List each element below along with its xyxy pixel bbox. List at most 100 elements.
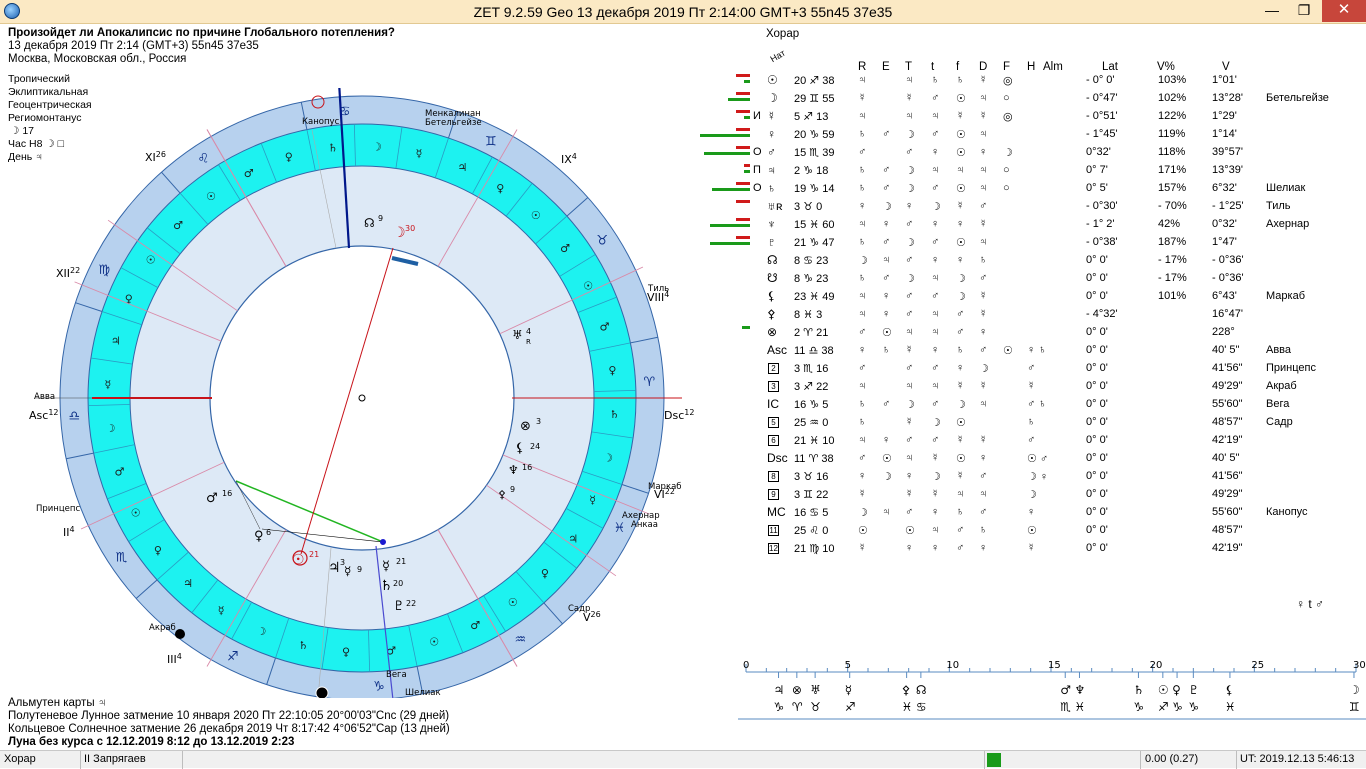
dignity-cell: ♃ <box>858 218 867 230</box>
table-row[interactable]: IC 16 ♑ 5 ♄ ♂ ☽ ♂ ☽ ♃ ♂ ♄ 0° 0' 55'60" Вега <box>0 396 1366 414</box>
dignity-cell: ☿ <box>931 488 940 500</box>
table-row[interactable]: ☊ 8 ♋ 23 ☽ ♃ ♂ ♀ ♀ ♄ 0° 0' - 17% - 0°36' <box>0 252 1366 270</box>
dignity-cell: ♀ <box>931 254 940 266</box>
table-row[interactable]: ♀ 20 ♑ 59 ♄ ♂ ☽ ♂ ☉ ♃ - 1°45' 119% 1°14' <box>0 126 1366 144</box>
dignity-cell: ♃ <box>905 452 914 464</box>
latitude: - 0°51' <box>1086 110 1118 122</box>
table-row[interactable]: П ♃ 2 ♑ 18 ♄ ♂ ☽ ♃ ♃ ♃ ○ 0° 7' 171% 13°39' <box>0 162 1366 180</box>
dignity-cell: ♀ <box>905 200 914 212</box>
speed-percent: - 17% <box>1158 272 1187 284</box>
dignity-cell: ☿ <box>956 434 965 446</box>
planet-symbol: ♀ <box>767 127 776 141</box>
latitude: 0° 0' <box>1086 434 1108 446</box>
dignity-cell: ☿ <box>858 488 867 500</box>
longitude: 3 ♉ 16 <box>794 471 829 483</box>
dignity-cell: ☽ <box>931 471 941 483</box>
dignity-cell: ♃ <box>931 524 940 536</box>
void-of-course-moon: Луна без курса с 12.12.2019 8:12 до 13.1… <box>8 736 295 748</box>
table-row[interactable]: 5 25 ♒ 0 ♄ ☿ ☽ ☉ ♄ 0° 0' 48'57" Садр <box>0 414 1366 432</box>
table-row[interactable]: О ♄ 19 ♑ 14 ♄ ♂ ☽ ♂ ☉ ♃ ○ 0° 5' 157% 6°32' Шелиак <box>0 180 1366 198</box>
strength-bar-negative <box>736 110 750 113</box>
timeline-planet: ⊗ <box>792 683 802 697</box>
table-row[interactable]: 12 21 ♍ 10 ☿ ♀ ♀ ♂ ♀ ☿ 0° 0' 42'19" <box>0 540 1366 558</box>
dignity-cell: ♃ <box>882 254 891 266</box>
close-button[interactable]: ✕ <box>1322 0 1366 22</box>
strength-bar-negative <box>736 236 750 239</box>
speed-percent: 101% <box>1158 290 1187 302</box>
zodiac-sign-glyph: ♑ <box>373 679 385 694</box>
svg-text:20: 20 <box>393 579 403 588</box>
dignity-cell: ☉ <box>956 93 966 105</box>
longitude: 23 ♓ 49 <box>794 291 835 303</box>
dignity-cell: ♀ <box>956 362 965 374</box>
dignity-cell: ♂ <box>882 272 891 284</box>
maximize-button[interactable]: ❐ <box>1288 0 1320 22</box>
latitude: 0° 0' <box>1086 362 1108 374</box>
dignity-cell: ♂ <box>905 218 914 230</box>
dignity-cell: ☉ <box>956 237 966 249</box>
dignity-cell: ♄ <box>858 128 867 140</box>
table-row[interactable]: 11 25 ♌ 0 ☉ ☉ ♃ ♂ ♄ ☉ 0° 0' 48'57" <box>0 522 1366 540</box>
dignity-cell: ♂ ♄ <box>1027 398 1047 410</box>
timeline-planet: ♅ <box>810 683 821 697</box>
dignity-cell: ♂ <box>905 146 914 158</box>
table-row[interactable]: 9 3 ♊ 22 ☿ ☿ ☿ ♃ ♃ ☽ 0° 0' 49'29" <box>0 486 1366 504</box>
longitude: 29 ♊ 55 <box>794 93 835 105</box>
status-indicator <box>987 753 1001 767</box>
speed-percent: 157% <box>1158 182 1187 194</box>
planet-symbol: ☿ <box>767 109 776 123</box>
speed-value: 13°39' <box>1212 164 1243 176</box>
table-row[interactable]: И ☿ 5 ♐ 13 ♃ ♃ ♃ ☿ ☿ ◎ - 0°51' 122% 1°29' <box>0 108 1366 126</box>
table-row[interactable]: 8 3 ♉ 16 ♀ ☽ ♀ ☽ ☿ ♂ ☽ ♀ 0° 0' 41'56" <box>0 468 1366 486</box>
speed-value: 42'19" <box>1212 434 1243 446</box>
dignity-cell: ♀ <box>858 344 867 356</box>
table-row[interactable]: ⊗ 2 ♈ 21 ♂ ☉ ♃ ♃ ♂ ♀ 0° 0' 228° <box>0 324 1366 342</box>
table-row[interactable]: ♇ 21 ♑ 47 ♄ ♂ ☽ ♂ ☉ ♃ - 0°38' 187% 1°47' <box>0 234 1366 252</box>
dignity-cell: ☽ <box>905 237 915 249</box>
term-glyph: ☽ <box>257 625 267 638</box>
dignity-cell: ♃ <box>931 308 940 320</box>
speed-percent: 42% <box>1158 218 1181 230</box>
minimize-button[interactable]: — <box>1256 0 1288 22</box>
speed-percent: 171% <box>1158 164 1187 176</box>
dignity-cell: ☿ <box>979 290 988 302</box>
dignity-marker: О <box>753 146 762 158</box>
table-row[interactable]: ☉ 20 ♐ 38 ♃ ♃ ♄ ♄ ☿ ◎ - 0° 0' 103% 1°01' <box>0 72 1366 90</box>
latitude: 0° 5' <box>1086 182 1108 194</box>
table-row[interactable]: Asc 11 ♎ 38 ♀ ♄ ☿ ♀ ♄ ♂ ☉ ♀ ♄ 0° 0' 40' 5" Авва <box>0 342 1366 360</box>
degree-timeline[interactable]: 0 5 10 15 20 25 30♃♑⊗♈♅♉☿♐⚴♓☊♋♂♏♆♓♄♑☉♐♀♑♇♑⚸♓☽♊ <box>738 656 1366 722</box>
table-row[interactable]: MC 16 ♋ 5 ☽ ♃ ♂ ♀ ♄ ♂ ♀ 0° 0' 55'60" Канопус <box>0 504 1366 522</box>
table-row[interactable]: 3 3 ♐ 22 ♃ ♃ ♃ ☿ ☿ ☿ 0° 0' 49'29" Акраб <box>0 378 1366 396</box>
table-title: Хорар <box>766 28 800 40</box>
table-row[interactable]: ♆ 15 ♓ 60 ♃ ♀ ♂ ♀ ♀ ☿ - 1° 2' 42% 0°32' Ахернар <box>0 216 1366 234</box>
dignity-cell: ☿ <box>905 488 914 500</box>
dignity-cell: ♃ <box>882 506 891 518</box>
table-row[interactable]: ♅ʀ 3 ♉ 0 ♀ ☽ ♀ ☽ ☿ ♂ - 0°30' - 70% - 1°25' Тиль <box>0 198 1366 216</box>
dignity-cell: ♂ <box>931 362 940 374</box>
dignity-cell: ♄ <box>979 524 988 536</box>
dignity-cell: ♄ <box>956 74 965 86</box>
table-row[interactable]: Dsc 11 ♈ 38 ♂ ☉ ♃ ☿ ☉ ♀ ☉ ♂ 0° 0' 40' 5" <box>0 450 1366 468</box>
dignity-cell: ☿ <box>979 110 988 122</box>
dignity-cell: ♀ <box>882 308 891 320</box>
timeline-planet: ♇ <box>1188 683 1199 697</box>
table-row[interactable]: ☽ 29 ♊ 55 ☿ ☿ ♂ ☉ ♃ ○ - 0°47' 102% 13°28' Бетельгей… <box>0 90 1366 108</box>
table-row[interactable]: ☋ 8 ♑ 23 ♄ ♂ ☽ ♃ ☽ ♂ 0° 0' - 17% - 0°36' <box>0 270 1366 288</box>
dignity-cell: ♀ <box>905 542 914 554</box>
svg-text:☿: ☿ <box>382 559 390 574</box>
dignity-cell: ○ <box>1003 164 1010 176</box>
term-glyph: ☉ <box>508 596 518 609</box>
table-row[interactable]: 6 21 ♓ 10 ♃ ♀ ♂ ♂ ☿ ☿ ♂ 0° 0' 42'19" <box>0 432 1366 450</box>
table-row[interactable]: 2 3 ♏ 16 ♂ ♂ ♂ ♀ ☽ ♂ 0° 0' 41'56" Принцепс <box>0 360 1366 378</box>
longitude: 19 ♑ 14 <box>794 183 835 195</box>
dignity-cell: ♃ <box>931 380 940 392</box>
dignity-cell: ♂ <box>931 128 940 140</box>
speed-value: - 0°36' <box>1212 254 1244 266</box>
dignity-cell: ☽ <box>858 255 868 267</box>
table-row[interactable]: ⚴ 8 ♓ 3 ♃ ♀ ♂ ♃ ♂ ☿ - 4°32' 16°47' <box>0 306 1366 324</box>
planet-symbol: MC <box>767 505 786 519</box>
table-row[interactable]: О ♂ 15 ♏ 39 ♂ ♂ ♀ ☉ ♀ ☽ 0°32' 118% 39°57' <box>0 144 1366 162</box>
longitude: 2 ♈ 21 <box>794 327 829 339</box>
table-row[interactable]: ⚸ 23 ♓ 49 ♃ ♀ ♂ ♂ ☽ ☿ 0° 0' 101% 6°43' Маркаб <box>0 288 1366 306</box>
solar-eclipse: Кольцевое Солнечное затмение 26 декабря … <box>8 723 450 735</box>
